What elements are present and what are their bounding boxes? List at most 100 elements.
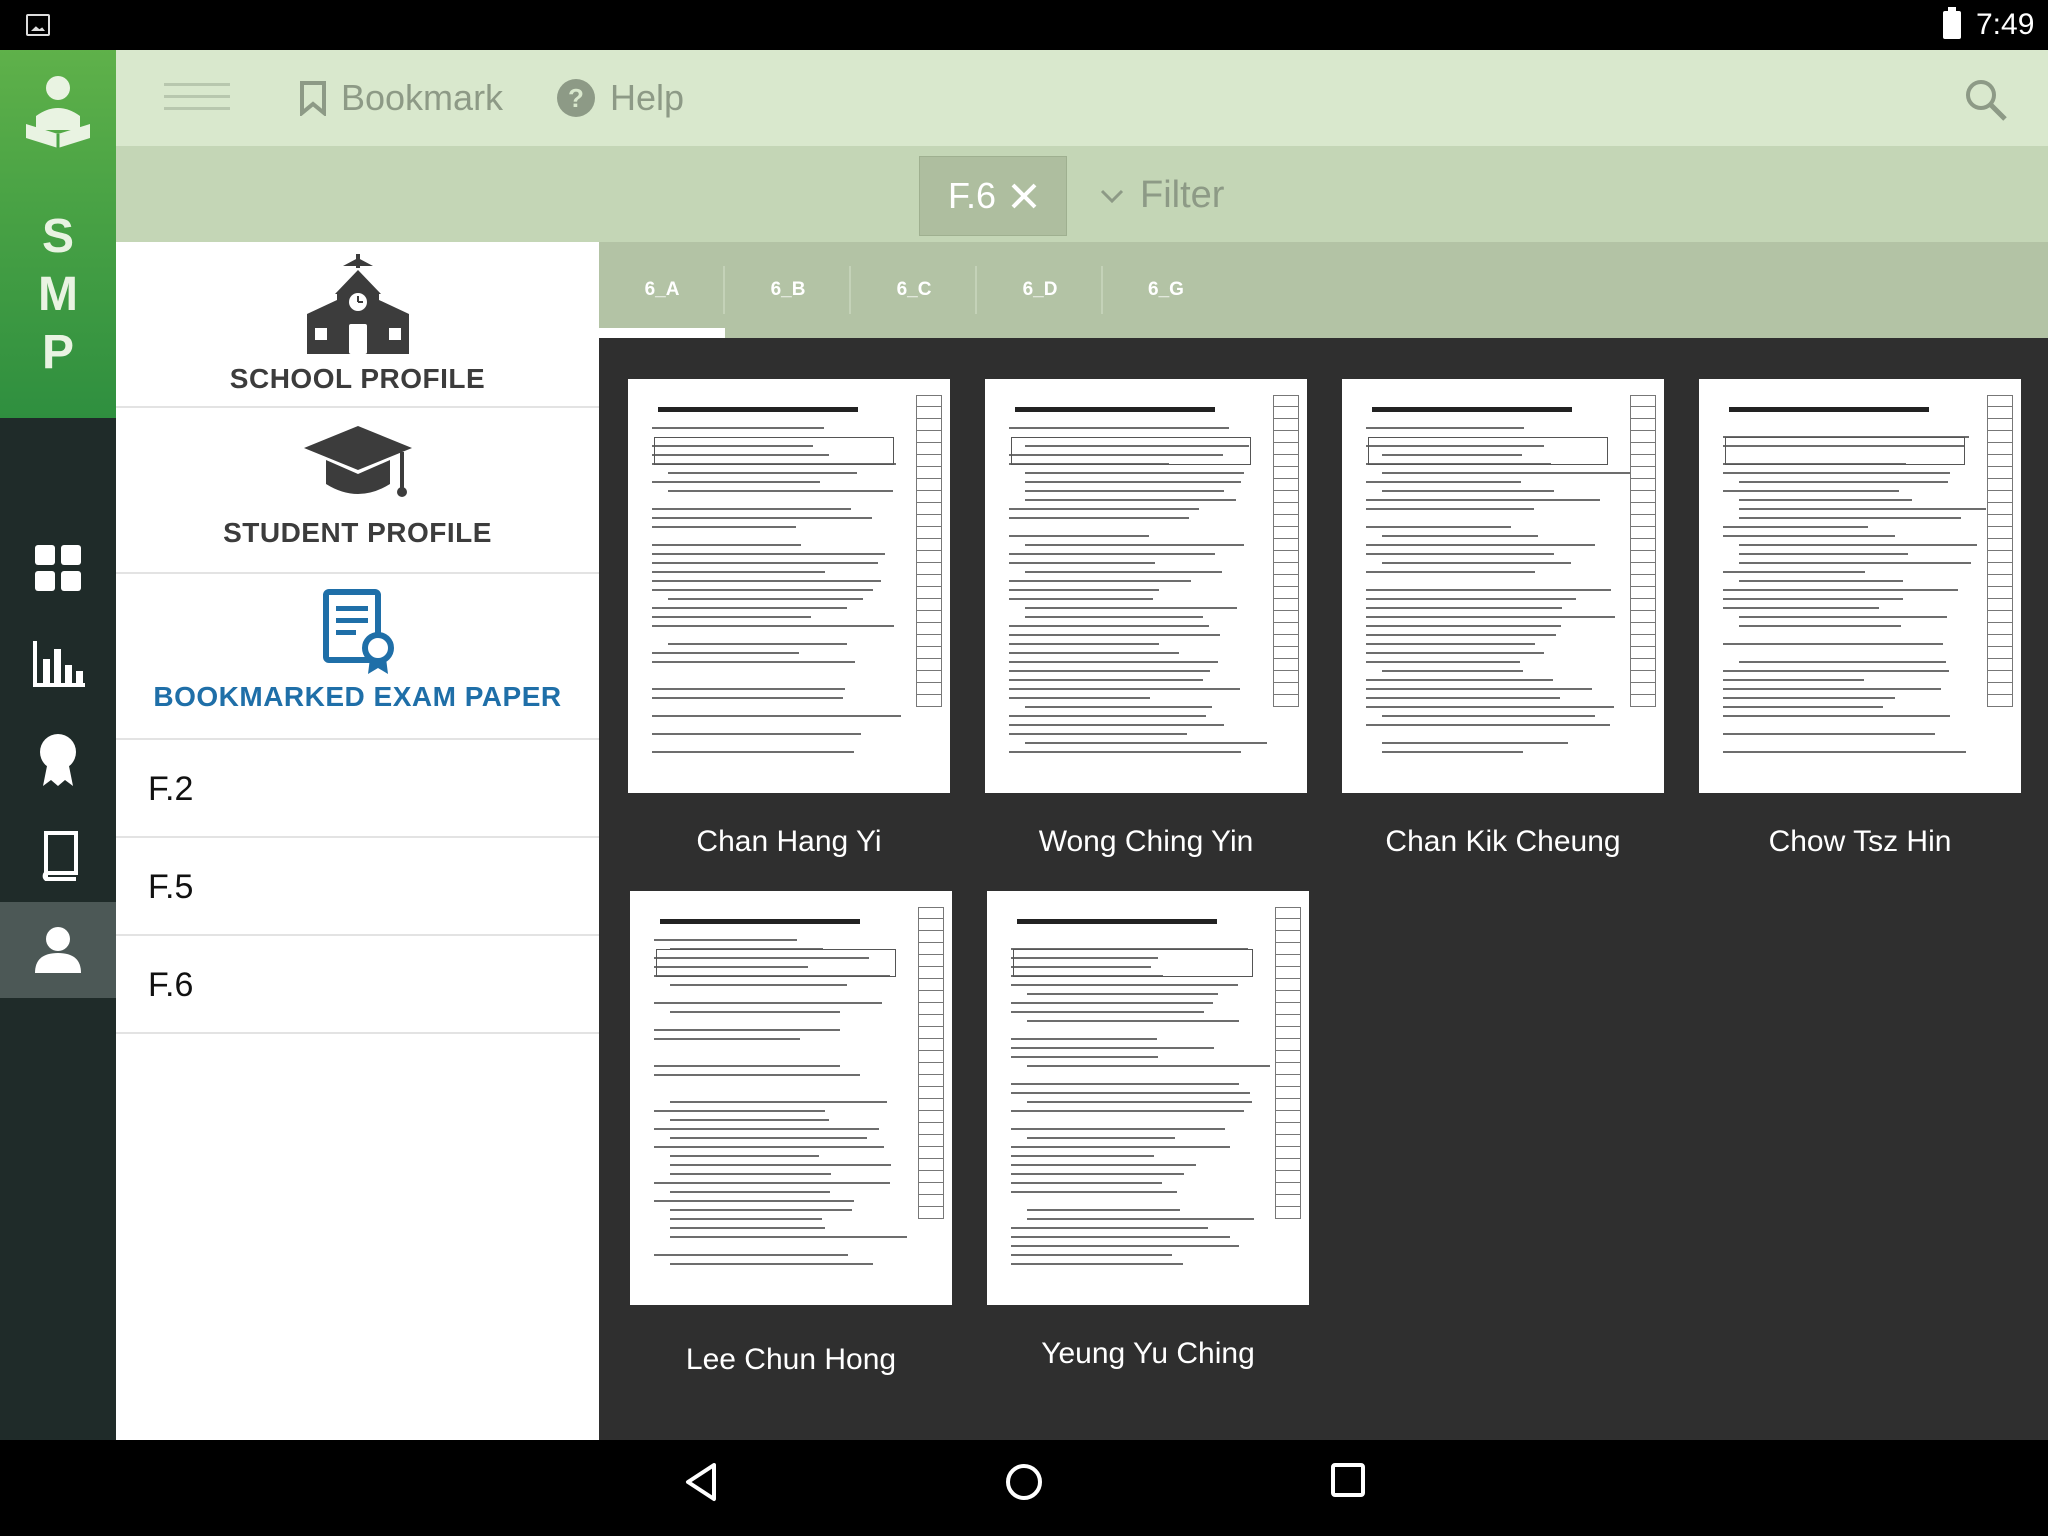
filter-label: Filter	[1140, 174, 1225, 216]
paper-answer-table	[1011, 437, 1251, 465]
paper-text-line	[1739, 544, 1977, 546]
student-name: Chan Kik Cheung	[1385, 825, 1621, 858]
tab-6-d[interactable]: 6_D	[977, 242, 1103, 338]
student-profile-item[interactable]: STUDENT PROFILE	[116, 408, 599, 574]
paper-text-line	[670, 1191, 830, 1193]
nav-statistics[interactable]	[0, 616, 116, 712]
paper-text-line	[1011, 1182, 1162, 1184]
paper-answer-table	[1368, 437, 1608, 465]
student-card[interactable]: Chow Tsz Hin	[1699, 379, 2021, 859]
logo-letters: S M P	[0, 208, 116, 382]
tab-label: 6_C	[896, 279, 932, 300]
bookmark-button[interactable]: Bookmark	[299, 76, 503, 120]
help-label: Help	[610, 77, 685, 118]
paper-text-line	[652, 715, 901, 717]
school-profile-item[interactable]: SCHOOL PROFILE	[116, 242, 599, 408]
paper-text-line	[652, 751, 854, 753]
back-icon[interactable]	[684, 1462, 718, 1502]
paper-text-line	[1723, 598, 1903, 600]
exam-paper-thumbnail[interactable]	[1342, 379, 1664, 793]
nav-profile[interactable]	[0, 902, 116, 998]
paper-text-line	[1011, 1236, 1230, 1238]
paper-text-line	[670, 1263, 873, 1265]
class-item-f2[interactable]: F.2	[116, 740, 599, 838]
exam-paper-thumbnail[interactable]	[987, 891, 1309, 1305]
close-icon[interactable]	[1010, 182, 1038, 210]
paper-text-line	[652, 607, 847, 609]
exam-paper-thumbnail[interactable]	[1699, 379, 2021, 793]
tab-label: 6_B	[770, 279, 806, 300]
paper-text-line	[1382, 751, 1523, 753]
tab-6-b[interactable]: 6_B	[725, 242, 851, 338]
student-card[interactable]: Chan Hang Yi	[628, 379, 950, 859]
tab-6-a[interactable]: 6_A	[599, 242, 725, 338]
paper-text-line	[1027, 1020, 1239, 1022]
hamburger-menu-icon[interactable]	[164, 83, 230, 113]
school-profile-label: SCHOOL PROFILE	[229, 363, 486, 394]
exam-paper-thumbnail[interactable]	[985, 379, 1307, 793]
student-name: Chan Hang Yi	[696, 825, 882, 858]
paper-text-line	[1366, 499, 1600, 501]
paper-text-line	[1723, 715, 1950, 717]
class-item-f5[interactable]: F.5	[116, 838, 599, 936]
paper-text-line	[1025, 616, 1203, 618]
paper-text-line	[654, 939, 797, 941]
paper-text-line	[1011, 1173, 1184, 1175]
paper-text-line	[1366, 553, 1554, 555]
paper-answer-table	[654, 437, 894, 465]
nav-library[interactable]	[0, 808, 116, 904]
paper-text-line	[1366, 589, 1611, 591]
paper-text-line	[652, 526, 796, 528]
filter-dropdown[interactable]: Filter	[1100, 174, 1224, 217]
paper-text-line	[1366, 697, 1560, 699]
home-icon[interactable]	[1004, 1462, 1044, 1502]
exam-paper-thumbnail[interactable]	[630, 891, 952, 1305]
tab-label: 6_A	[644, 279, 680, 300]
student-card[interactable]: Lee Chun Hong	[630, 891, 952, 1377]
bookmarked-exam-paper-item[interactable]: BOOKMARKED EXAM PAPER	[116, 574, 599, 740]
paper-text-line	[654, 1029, 840, 1031]
paper-text-line	[1011, 1254, 1172, 1256]
help-button[interactable]: ? Help	[556, 76, 684, 120]
paper-text-line	[1366, 616, 1615, 618]
search-icon[interactable]	[1964, 78, 2008, 122]
tab-6-g[interactable]: 6_G	[1103, 242, 1229, 338]
class-filter-chip[interactable]: F.6	[919, 156, 1067, 236]
class-item-f6[interactable]: F.6	[116, 936, 599, 1034]
paper-text-line	[1739, 508, 1986, 510]
paper-text-line	[1009, 733, 1187, 735]
student-card[interactable]: Chan Kik Cheung	[1342, 379, 1664, 859]
recents-icon[interactable]	[1330, 1462, 1366, 1498]
paper-text-line	[1366, 427, 1524, 429]
paper-text-line	[1723, 589, 1958, 591]
exam-paper-thumbnail[interactable]	[628, 379, 950, 793]
class-tabs: 6_A 6_B 6_C 6_D 6_G	[599, 242, 2048, 338]
paper-text-line	[1739, 562, 1971, 564]
paper-text-line	[652, 517, 872, 519]
paper-text-line	[668, 472, 857, 474]
paper-text-line	[1025, 607, 1237, 609]
paper-text-line	[652, 589, 873, 591]
paper-text-line	[1739, 481, 1948, 483]
paper-text-line	[1011, 1146, 1230, 1148]
paper-text-line	[1011, 1038, 1157, 1040]
app-logo[interactable]: S M P	[0, 50, 116, 418]
nav-awards[interactable]	[0, 712, 116, 808]
paper-marks-column	[916, 395, 942, 775]
paper-text-line	[1011, 1047, 1214, 1049]
paper-text-line	[1366, 526, 1511, 528]
paper-text-line	[1366, 652, 1544, 654]
paper-text-line	[1025, 472, 1244, 474]
paper-text-line	[1366, 634, 1556, 636]
tab-6-c[interactable]: 6_C	[851, 242, 977, 338]
paper-text-line	[1009, 715, 1206, 717]
paper-text-line	[1011, 1263, 1183, 1265]
paper-text-line	[1009, 652, 1179, 654]
student-card[interactable]: Wong Ching Yin	[985, 379, 1307, 859]
paper-text-line	[670, 1173, 831, 1175]
user-icon	[35, 927, 81, 973]
student-card[interactable]: Yeung Yu Ching	[987, 891, 1309, 1371]
paper-text-line	[1009, 724, 1224, 726]
nav-dashboard[interactable]	[0, 520, 116, 616]
paper-text-line	[654, 1065, 840, 1067]
